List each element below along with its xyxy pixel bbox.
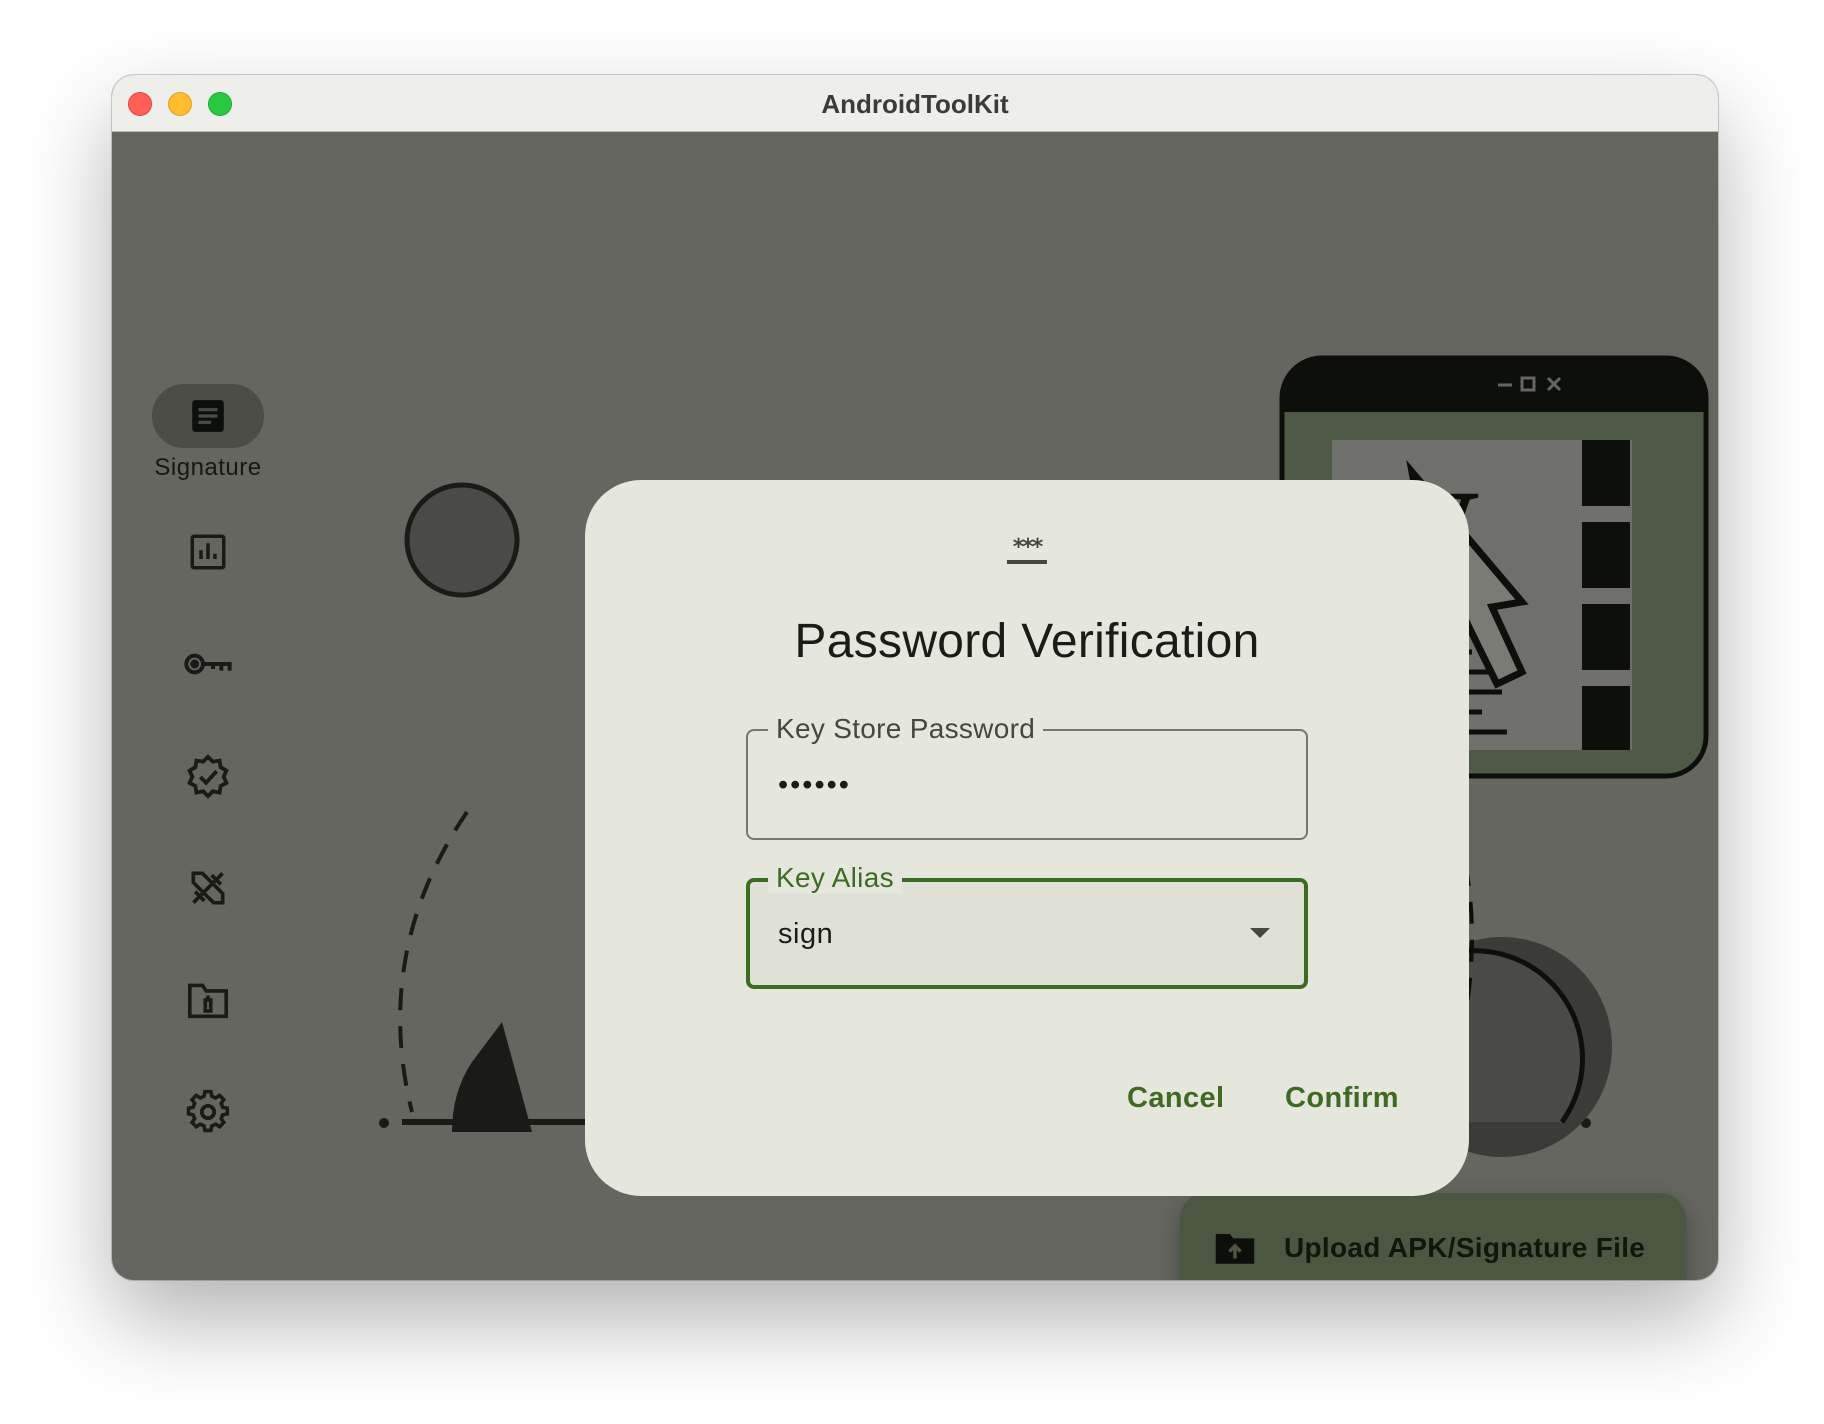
window-title: AndroidToolKit bbox=[821, 89, 1009, 119]
cancel-button[interactable]: Cancel bbox=[1127, 1082, 1225, 1115]
password-icon-text: *** bbox=[1013, 536, 1044, 560]
sidebar-item-verify[interactable] bbox=[132, 744, 284, 808]
key-icon bbox=[184, 653, 232, 675]
key-alias-label: Key Alias bbox=[768, 862, 902, 894]
dialog-title: Password Verification bbox=[794, 615, 1260, 668]
sidebar-item-files[interactable] bbox=[132, 968, 284, 1032]
password-icon: *** bbox=[585, 536, 1469, 570]
confirm-button[interactable]: Confirm bbox=[1285, 1082, 1399, 1115]
sidebar-item-keys[interactable] bbox=[132, 632, 284, 696]
key-alias-value: sign bbox=[778, 918, 834, 950]
sidebar-item-tools[interactable] bbox=[132, 856, 284, 920]
folder-delete-icon bbox=[188, 983, 228, 1019]
upload-button-label: Upload APK/Signature File bbox=[1284, 1232, 1646, 1263]
sidebar-item-settings[interactable] bbox=[132, 1080, 284, 1144]
gear-icon bbox=[186, 1089, 230, 1133]
password-verification-dialog: *** Password Verification Key Store Pass… bbox=[585, 480, 1469, 1196]
folder-upload-icon bbox=[1215, 1234, 1255, 1264]
app-window: AndroidToolKit W bbox=[112, 75, 1718, 1280]
dropdown-arrow-icon[interactable] bbox=[1250, 928, 1270, 938]
keystore-password-field[interactable]: Key Store Password •••••• bbox=[746, 713, 1308, 840]
sidebar-item-statistics[interactable] bbox=[132, 520, 284, 584]
keystore-password-label: Key Store Password bbox=[768, 713, 1044, 745]
upload-apk-button[interactable]: Upload APK/Signature File bbox=[1180, 1193, 1686, 1280]
key-alias-dropdown[interactable]: Key Alias sign bbox=[746, 862, 1308, 989]
verified-badge-icon bbox=[187, 754, 229, 799]
document-icon bbox=[192, 400, 224, 432]
sidebar-item-signature[interactable]: Signature bbox=[132, 384, 284, 482]
content-area: W Signature bbox=[112, 132, 1718, 1280]
keystore-password-value: •••••• bbox=[778, 769, 851, 801]
sidebar-item-pill bbox=[152, 384, 264, 448]
chart-icon bbox=[190, 534, 226, 570]
sidebar-item-label: Signature bbox=[154, 454, 262, 481]
title-bar[interactable]: AndroidToolKit bbox=[112, 75, 1718, 132]
design-tools-icon bbox=[191, 871, 225, 905]
